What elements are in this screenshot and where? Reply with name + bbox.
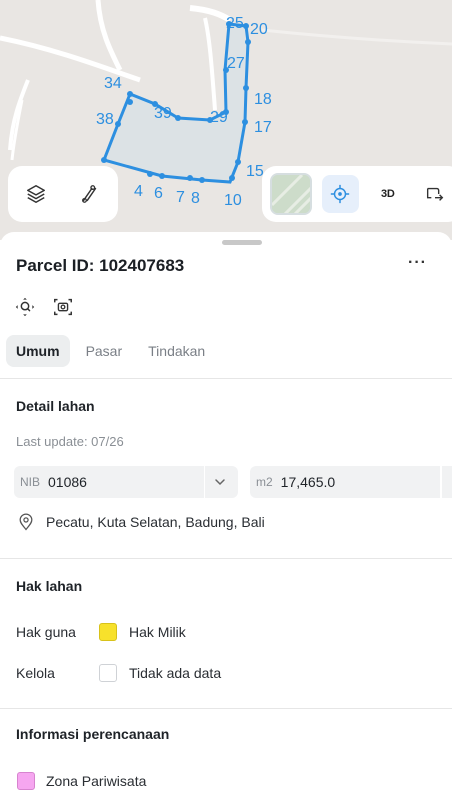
map-road xyxy=(95,0,123,72)
nib-select[interactable]: NIB 01086 xyxy=(14,466,238,498)
layers-button[interactable] xyxy=(18,175,54,213)
more-options-button[interactable]: ··· xyxy=(408,254,427,272)
parcel-sheet: Parcel ID: 102407683 ··· Umum Pasar Tind… xyxy=(0,232,452,804)
field-separator xyxy=(204,466,205,498)
map-road xyxy=(0,35,141,83)
area-value: 17,465.0 xyxy=(280,474,336,490)
parcel-label: 4 xyxy=(134,183,143,200)
location-row: Pecatu, Kuta Selatan, Badung, Bali xyxy=(16,512,265,532)
three-d-label: 3D xyxy=(381,188,395,200)
locate-button[interactable] xyxy=(321,175,359,213)
parcel-title: Parcel ID: 102407683 xyxy=(16,256,185,275)
tab-umum[interactable]: Umum xyxy=(6,335,70,367)
kelola-value: Tidak ada data xyxy=(129,665,222,681)
planning-heading: Informasi perencanaan xyxy=(16,726,170,742)
camera-icon xyxy=(54,298,72,316)
hak-guna-swatch xyxy=(99,623,117,641)
nib-value: 01086 xyxy=(48,474,87,490)
field-separator xyxy=(440,466,442,498)
parcel-tools xyxy=(14,296,74,318)
chevron-down-icon[interactable] xyxy=(212,474,228,490)
map-road xyxy=(203,17,217,111)
parcel-boundary[interactable] xyxy=(102,22,250,184)
map-view[interactable]: 25 20 27 34 18 39 29 38 17 15 467810 xyxy=(0,0,452,240)
tab-pasar[interactable]: Pasar xyxy=(76,335,133,367)
hak-heading: Hak lahan xyxy=(16,578,83,594)
parcel-label: 17 xyxy=(254,119,272,136)
map-left-controls xyxy=(8,166,118,222)
parcel-label: 29 xyxy=(210,109,228,126)
area-prefix: m2 xyxy=(256,475,273,489)
parcel-label: 7 xyxy=(176,189,185,206)
divider xyxy=(0,708,452,709)
screenshot-button[interactable] xyxy=(52,296,74,318)
parcel-label: 8 xyxy=(191,190,200,207)
zoom-parcel-icon xyxy=(15,297,35,317)
hak-guna-value: Hak Milik xyxy=(129,624,186,640)
parcel-tabs: Umum Pasar Tindakan xyxy=(6,335,215,367)
kelola-label: Kelola xyxy=(16,665,55,681)
parcel-label: 10 xyxy=(224,192,242,209)
parcel-label: 38 xyxy=(96,111,114,128)
divider xyxy=(0,378,452,379)
satellite-preview-icon xyxy=(271,175,310,213)
zone-swatch xyxy=(17,772,35,790)
location-pin-icon xyxy=(19,513,33,531)
last-update: Last update: 07/26 xyxy=(16,434,124,449)
share-icon xyxy=(427,187,444,201)
location-text: Pecatu, Kuta Selatan, Badung, Bali xyxy=(46,514,265,530)
tab-tindakan[interactable]: Tindakan xyxy=(138,335,215,367)
sheet-drag-handle[interactable] xyxy=(222,240,262,245)
parcel-label: 39 xyxy=(154,105,172,122)
parcel-label: 25 xyxy=(226,15,244,32)
kelola-swatch xyxy=(99,664,117,682)
parcel-label: 27 xyxy=(227,55,245,72)
three-d-button[interactable]: 3D xyxy=(369,175,407,213)
map-road xyxy=(189,5,232,23)
parcel-label: 6 xyxy=(154,185,163,202)
locate-icon xyxy=(331,184,350,204)
zoom-to-parcel-button[interactable] xyxy=(14,296,36,318)
satellite-thumbnail[interactable] xyxy=(270,173,312,215)
layers-icon xyxy=(27,185,45,203)
map-road xyxy=(261,28,452,46)
area-field: m2 17,465.0 xyxy=(250,466,452,498)
hak-guna-label: Hak guna xyxy=(16,624,76,640)
zone-label: Zona Pariwisata xyxy=(46,773,147,789)
map-right-controls: 3D xyxy=(262,166,452,222)
route-icon xyxy=(82,185,97,203)
parcel-label: 34 xyxy=(104,75,122,92)
route-button[interactable] xyxy=(72,175,108,213)
detail-heading: Detail lahan xyxy=(16,398,95,414)
parcel-label: 20 xyxy=(250,21,268,38)
nib-prefix: NIB xyxy=(20,475,41,489)
parcel-label: 18 xyxy=(254,91,272,108)
share-button[interactable] xyxy=(417,175,452,213)
divider xyxy=(0,558,452,559)
